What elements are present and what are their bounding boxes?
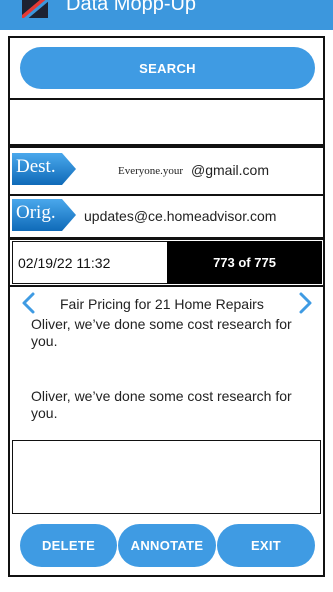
message-subject: Fair Pricing for 21 Home Repairs: [60, 296, 264, 312]
app-title: Data Mopp-Up: [66, 0, 197, 15]
divider: [10, 98, 323, 100]
message-preview: Oliver, we’ve done some cost research fo…: [31, 316, 292, 349]
divider: [10, 144, 323, 148]
dest-tag: Dest.: [12, 153, 76, 185]
chevron-left-icon[interactable]: [20, 291, 38, 315]
exit-button[interactable]: EXIT: [217, 524, 315, 567]
annotate-button[interactable]: ANNOTATE: [118, 524, 216, 567]
orig-tag: Orig.: [12, 199, 76, 231]
message-body: Oliver, we’ve done some cost research fo…: [31, 388, 292, 421]
orig-tag-label: Orig.: [16, 202, 56, 223]
app-bar: Data Mopp-Up: [0, 0, 333, 30]
chevron-right-icon[interactable]: [296, 291, 314, 315]
orig-address[interactable]: updates@ce.homeadvisor.com: [84, 208, 276, 224]
annotation-field[interactable]: [12, 440, 321, 514]
divider: [10, 237, 323, 240]
app-logo-icon: [22, 0, 48, 18]
delete-button[interactable]: DELETE: [20, 524, 117, 567]
dest-tag-label: Dest.: [16, 156, 56, 177]
message-datetime: 02/19/22 11:32: [18, 255, 111, 271]
message-counter: 773 of 775: [167, 241, 322, 284]
divider: [10, 194, 323, 196]
divider: [10, 285, 323, 287]
dest-address[interactable]: @gmail.com: [191, 162, 269, 178]
search-button[interactable]: SEARCH: [20, 47, 315, 89]
dest-prefix: Everyone.your: [118, 165, 184, 177]
